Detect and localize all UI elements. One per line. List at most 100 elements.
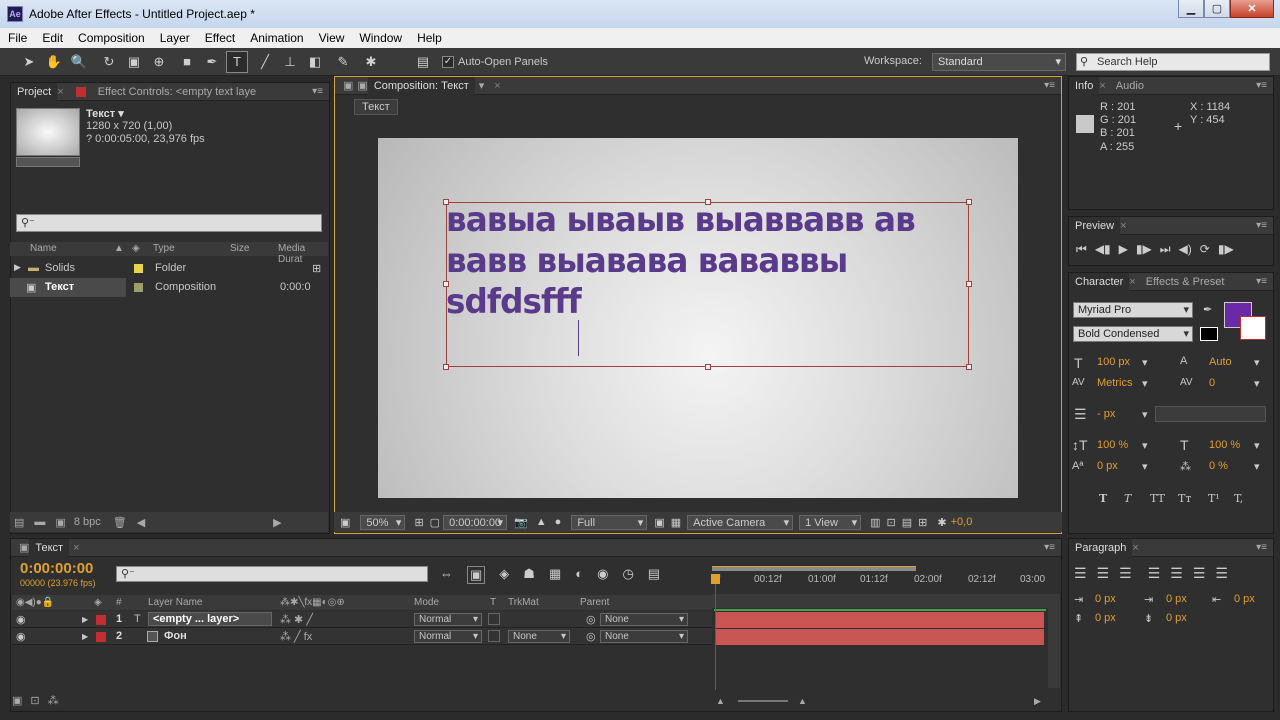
brush-tool-icon[interactable]: ╱	[254, 51, 276, 73]
menu-help[interactable]: Help	[417, 31, 442, 45]
panel-menu-icon[interactable]: ▾≡	[1256, 276, 1267, 287]
chevron-down-icon[interactable]: ▾	[1142, 356, 1148, 369]
menu-file[interactable]: File	[8, 31, 27, 45]
chevron-down-icon[interactable]: ▾	[1142, 377, 1148, 390]
first-frame-icon[interactable]: ⏮	[1076, 242, 1087, 257]
graph-editor-icon[interactable]: ▤	[648, 566, 660, 584]
chevron-down-icon[interactable]: ▾	[479, 79, 485, 92]
layer-trkmat-select[interactable]: None	[508, 630, 570, 643]
chevron-down-icon[interactable]: ▾	[1142, 439, 1148, 452]
zoom-in-icon[interactable]: ▲	[798, 696, 807, 706]
comp-flowchart-icon[interactable]: ⊞	[918, 516, 927, 529]
hide-shy-layers-icon[interactable]: ☗	[523, 566, 535, 584]
timeline-vertical-scrollbar[interactable]	[1048, 594, 1060, 688]
roto-brush-tool-icon[interactable]: ✎	[332, 51, 354, 73]
indent-left-value[interactable]: 0 px	[1095, 593, 1116, 605]
tab-composition[interactable]: Composition: Текст	[367, 76, 475, 95]
label-color-swatch[interactable]	[134, 264, 143, 273]
bbox-handle[interactable]	[705, 199, 711, 205]
vertical-scale-value[interactable]: 100 %	[1097, 439, 1128, 451]
bbox-handle[interactable]	[966, 364, 972, 370]
horizontal-scale-value[interactable]: 100 %	[1209, 439, 1240, 451]
scroll-left-icon[interactable]: ◀	[137, 516, 145, 529]
reset-exposure-icon[interactable]: ✱	[937, 516, 946, 529]
mask-visibility-icon[interactable]: ▢	[430, 516, 440, 529]
space-after-value[interactable]: 0 px	[1166, 612, 1187, 624]
subscript-button[interactable]: T,	[1234, 492, 1243, 505]
trash-icon[interactable]: 🗑	[113, 516, 127, 529]
label-column-icon[interactable]: ◈	[94, 597, 102, 608]
close-tab-icon[interactable]: ×	[1099, 80, 1105, 92]
lock-icon[interactable]: ▣	[343, 79, 353, 92]
panel-menu-icon[interactable]: ▾≡	[1256, 542, 1267, 553]
menu-animation[interactable]: Animation	[250, 31, 303, 45]
zoom-tool-icon[interactable]: 🔍	[68, 51, 90, 73]
font-size-value[interactable]: 100 px	[1097, 356, 1130, 368]
label-column-icon[interactable]: ◈	[132, 243, 140, 254]
comp-mini-flowchart-icon[interactable]: ⇔	[440, 566, 453, 584]
chevron-down-icon[interactable]: ▾	[1254, 377, 1260, 390]
layer-row[interactable]: ◉ ▶ 2 Фон ⁂ ╱ fx Normal None ◎ None	[12, 628, 712, 645]
text-bounding-box[interactable]	[446, 202, 969, 367]
eye-icon[interactable]: ◉	[16, 630, 26, 643]
pen-tool-icon[interactable]: ✒	[201, 51, 223, 73]
clone-stamp-tool-icon[interactable]: ⊥	[279, 51, 301, 73]
column-layer-name[interactable]: Layer Name	[148, 597, 202, 608]
tab-timeline[interactable]: Текст	[29, 538, 70, 557]
tab-effects-presets[interactable]: Effects & Preset	[1140, 273, 1231, 291]
project-row-composition-details[interactable]: Composition 0:00:0	[126, 278, 328, 297]
hand-tool-icon[interactable]: ✋	[43, 51, 65, 73]
tracking-value[interactable]: 0	[1209, 377, 1215, 389]
stroke-color-swatch[interactable]	[1240, 316, 1266, 340]
view-layout-select[interactable]: 1 View	[799, 514, 862, 530]
bbox-handle[interactable]	[966, 199, 972, 205]
stroke-width-value[interactable]: - px	[1097, 408, 1115, 420]
interpret-footage-icon[interactable]: ▤	[14, 516, 24, 529]
faux-italic-button[interactable]: T	[1124, 492, 1131, 505]
bbox-handle[interactable]	[966, 281, 972, 287]
brainstorm-icon[interactable]: ◉	[597, 566, 608, 584]
layer-row[interactable]: ◉ ▶ 1 T <empty ... layer> ⁂ ✱ ╱ Normal ◎…	[12, 611, 712, 628]
tab-preview[interactable]: Preview	[1069, 216, 1121, 235]
play-icon[interactable]: ▶	[1119, 242, 1128, 257]
menu-window[interactable]: Window	[359, 31, 402, 45]
preserve-transparency-checkbox[interactable]	[488, 630, 500, 642]
chevron-down-icon[interactable]: ▾	[1142, 460, 1148, 473]
layer-parent-select[interactable]: None	[600, 613, 688, 626]
layer-duration-bar[interactable]	[716, 612, 1044, 628]
timeline-current-time[interactable]: 0:00:00:00	[20, 560, 93, 577]
exposure-value[interactable]: +0,0	[951, 516, 973, 528]
chevron-down-icon[interactable]: ▾	[1254, 439, 1260, 452]
column-size[interactable]: Size	[230, 243, 249, 254]
layer-switches[interactable]: ⁂ ✱ ╱	[280, 613, 313, 626]
zoom-track[interactable]	[738, 700, 788, 702]
close-tab-icon[interactable]: ×	[57, 86, 63, 98]
time-indicator-head[interactable]	[711, 574, 720, 584]
resolution-select[interactable]: Full	[571, 514, 648, 530]
all-caps-button[interactable]: TT	[1150, 492, 1165, 505]
safe-zones-icon[interactable]: ⊞	[414, 516, 423, 529]
previous-frame-icon[interactable]: ◀▮	[1095, 242, 1111, 257]
new-folder-icon[interactable]: ▬	[34, 516, 45, 528]
close-tab-icon[interactable]: ×	[494, 80, 500, 92]
live-update-icon[interactable]: ▣	[467, 566, 486, 584]
close-button[interactable]: ✕	[1230, 0, 1274, 18]
pickwhip-icon[interactable]: ◎	[586, 613, 596, 626]
column-name[interactable]: Name	[30, 243, 57, 254]
audio-icon[interactable]: ◀)	[1179, 242, 1192, 257]
toggle-switches-icon[interactable]: ▣	[12, 694, 22, 707]
justify-right-icon[interactable]: ☰	[1193, 565, 1206, 582]
kerning-value[interactable]: Metrics	[1097, 377, 1132, 389]
selection-tool-icon[interactable]: ➤	[18, 51, 40, 73]
toggle-pixel-icon[interactable]: ▥	[870, 516, 880, 529]
tab-effect-controls[interactable]: Effect Controls: <empty text laye	[92, 83, 262, 101]
current-time-indicator[interactable]	[715, 578, 716, 690]
align-center-icon[interactable]: ☰	[1097, 565, 1110, 582]
leading-value[interactable]: Auto	[1209, 356, 1232, 368]
close-tab-icon[interactable]: ×	[1120, 220, 1126, 232]
project-item-name[interactable]: Текст ▾	[86, 107, 124, 120]
rectangle-tool-icon[interactable]: ■	[176, 51, 198, 73]
eraser-tool-icon[interactable]: ◧	[304, 51, 326, 73]
expand-triangle-icon[interactable]: ▶	[82, 615, 88, 624]
tab-character[interactable]: Character	[1069, 272, 1130, 291]
